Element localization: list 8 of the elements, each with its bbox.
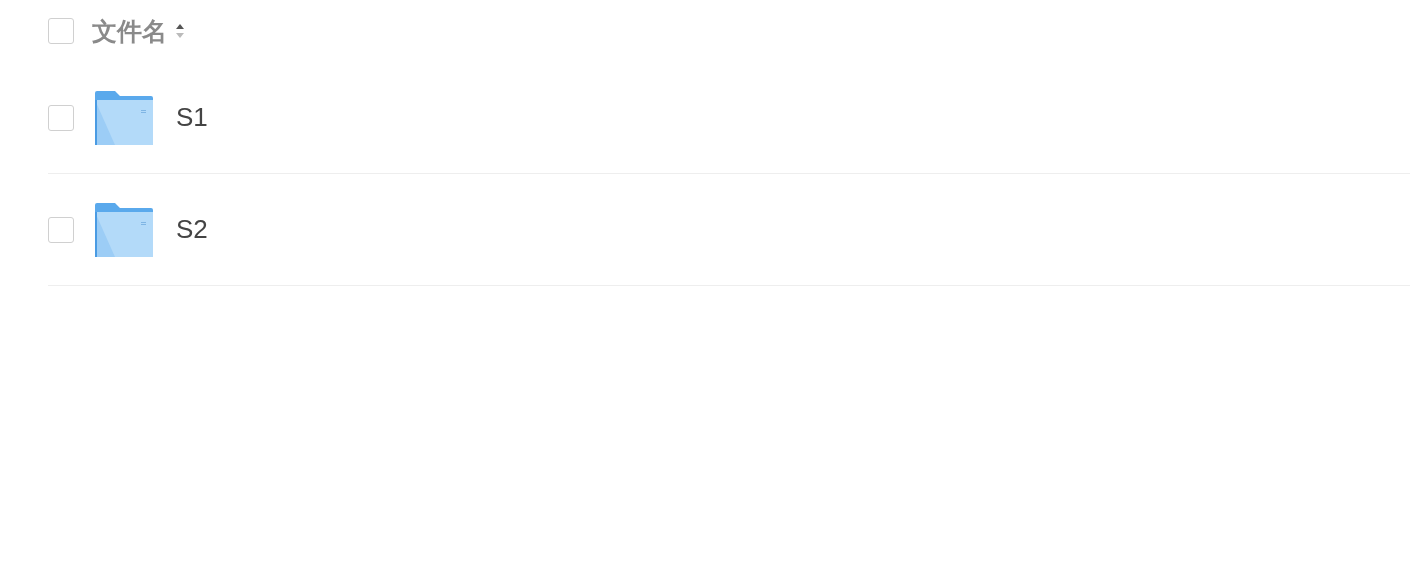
row-checkbox[interactable] — [48, 104, 74, 131]
row-checkbox[interactable] — [48, 216, 74, 243]
folder-name[interactable]: S1 — [176, 102, 208, 133]
folder-icon — [95, 202, 153, 257]
folder-icon — [95, 90, 153, 145]
folder-name[interactable]: S2 — [176, 214, 208, 245]
select-all-checkbox[interactable] — [48, 18, 74, 44]
sort-icon[interactable] — [175, 23, 185, 39]
